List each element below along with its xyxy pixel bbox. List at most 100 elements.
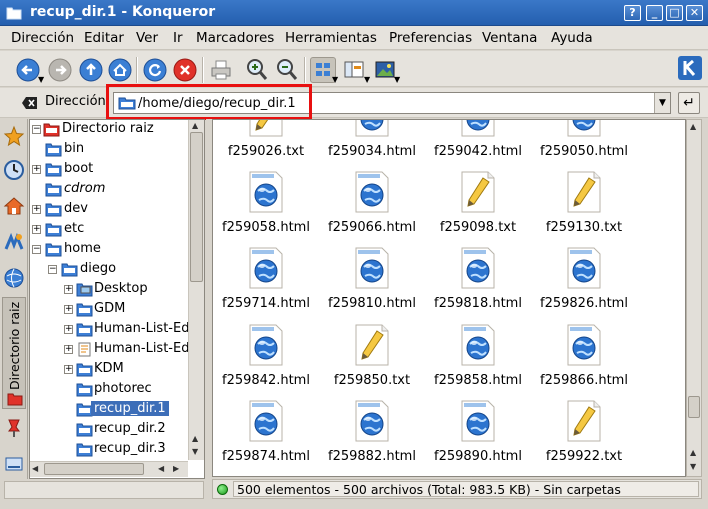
scrollbar-thumb[interactable] <box>44 463 144 475</box>
file-item[interactable]: f259890.html <box>425 399 531 475</box>
menu-ver[interactable]: Ver <box>136 30 158 46</box>
expand-icon[interactable]: + <box>64 285 73 294</box>
scroll-up-icon[interactable]: ▲ <box>192 121 198 130</box>
collapse-icon[interactable]: − <box>48 265 57 274</box>
file-item[interactable]: f259066.html <box>319 170 425 246</box>
help-button[interactable]: ? <box>624 5 641 21</box>
print-button[interactable] <box>208 57 234 83</box>
scroll-down-icon[interactable]: ▼ <box>690 462 696 471</box>
file-item[interactable]: f259050.html <box>531 120 637 170</box>
menu-ventana[interactable]: Ventana <box>482 30 537 46</box>
up-button[interactable] <box>78 57 104 83</box>
file-item[interactable]: f259842.html <box>213 323 319 399</box>
file-item[interactable]: f259850.txt <box>319 323 425 399</box>
menu-direccion[interactable]: Dirección <box>11 30 74 46</box>
expand-icon[interactable]: + <box>64 325 73 334</box>
history-clock-icon[interactable] <box>3 159 25 181</box>
reload-button[interactable] <box>142 57 168 83</box>
folder-icon <box>76 323 93 337</box>
zoom-in-button[interactable] <box>244 57 270 83</box>
file-item[interactable]: f259866.html <box>531 323 637 399</box>
clear-location-icon[interactable] <box>22 96 38 110</box>
minimize-button[interactable]: _ <box>646 5 663 21</box>
location-dropdown-button[interactable]: ▼ <box>654 93 670 113</box>
pin-icon[interactable] <box>3 417 25 439</box>
close-button[interactable]: ✕ <box>686 5 703 21</box>
folder-icon <box>76 303 93 317</box>
file-name: f259890.html <box>434 449 522 464</box>
file-name: f259826.html <box>540 296 628 311</box>
scroll-right-icon[interactable]: ▶ <box>173 464 179 473</box>
scroll-left-icon[interactable]: ◀ <box>32 464 38 473</box>
zoom-out-button[interactable] <box>274 57 300 83</box>
html-document-icon <box>355 171 389 213</box>
html-document-icon <box>567 120 601 137</box>
home-button[interactable] <box>107 57 133 83</box>
file-item[interactable]: f259874.html <box>213 399 319 475</box>
file-item[interactable]: f259026.txt <box>213 120 319 170</box>
tree-label: recup_dir.2 <box>94 421 166 436</box>
stop-button[interactable] <box>172 57 198 83</box>
file-name: f259922.txt <box>545 449 623 464</box>
go-button[interactable]: ↵ <box>678 92 700 114</box>
scrollbar-thumb[interactable] <box>688 396 700 418</box>
scrollbar-thumb[interactable] <box>190 132 203 282</box>
file-vertical-scrollbar[interactable]: ▲ ▲ ▼ <box>686 119 702 477</box>
network-globe-icon[interactable] <box>3 267 25 289</box>
collapse-icon[interactable]: − <box>32 125 41 134</box>
scroll-up-icon[interactable]: ▲ <box>192 434 198 443</box>
home-folder-icon[interactable] <box>3 195 25 217</box>
file-item[interactable]: f259034.html <box>319 120 425 170</box>
split-dropdown-icon[interactable]: ▼ <box>364 75 370 84</box>
menu-preferencias[interactable]: Preferencias <box>389 30 472 46</box>
location-input[interactable] <box>138 95 648 111</box>
file-name: f259050.html <box>540 144 628 159</box>
file-item[interactable]: f259858.html <box>425 323 531 399</box>
media-services-icon[interactable] <box>3 231 25 253</box>
menu-herramientas[interactable]: Herramientas <box>285 30 377 46</box>
file-item[interactable]: f259130.txt <box>531 170 637 246</box>
tree-label: KDM <box>94 361 124 376</box>
directory-tree[interactable]: − Directorio raiz bin + boot cdrom + dev… <box>29 119 205 479</box>
file-item[interactable]: f259818.html <box>425 246 531 322</box>
file-item[interactable]: f259058.html <box>213 170 319 246</box>
file-item[interactable]: f259882.html <box>319 399 425 475</box>
expand-icon[interactable]: + <box>32 165 41 174</box>
file-item[interactable]: f259714.html <box>213 246 319 322</box>
sidebar-settings-icon[interactable] <box>3 453 25 475</box>
menu-ir[interactable]: Ir <box>173 30 183 46</box>
expand-icon[interactable]: + <box>64 305 73 314</box>
bookmarks-star-icon[interactable] <box>3 125 25 147</box>
tree-label: diego <box>80 261 117 276</box>
tree-vertical-scrollbar[interactable]: ▲ ▲ ▼ <box>188 120 204 460</box>
file-item[interactable]: f259826.html <box>531 246 637 322</box>
expand-icon[interactable]: + <box>32 225 41 234</box>
expand-icon[interactable]: + <box>64 365 73 374</box>
scroll-left-icon[interactable]: ◀ <box>158 464 164 473</box>
tree-horizontal-scrollbar[interactable]: ◀ ◀ ▶ <box>30 461 188 477</box>
file-item[interactable]: f259922.txt <box>531 399 637 475</box>
collapse-icon[interactable]: − <box>32 245 41 254</box>
file-name: f259858.html <box>434 373 522 388</box>
back-dropdown-icon[interactable]: ▼ <box>38 75 44 84</box>
expand-icon[interactable]: + <box>64 345 73 354</box>
tab-directorio-raiz[interactable]: Directorio raiz <box>2 297 26 409</box>
scroll-up-icon[interactable]: ▲ <box>690 122 696 131</box>
title-bar[interactable]: recup_dir.1 - Konqueror ? _ □ ✕ <box>0 0 708 26</box>
scroll-up-icon[interactable]: ▲ <box>690 448 696 457</box>
menu-ayuda[interactable]: Ayuda <box>551 30 593 46</box>
view-mode-dropdown-icon[interactable]: ▼ <box>332 75 338 84</box>
tree-label: cdrom <box>64 181 106 196</box>
expand-icon[interactable]: + <box>32 205 41 214</box>
preview-dropdown-icon[interactable]: ▼ <box>394 75 400 84</box>
menu-editar[interactable]: Editar <box>84 30 124 46</box>
location-combobox[interactable]: ▼ <box>113 92 671 114</box>
file-item[interactable]: f259042.html <box>425 120 531 170</box>
file-item[interactable]: f259098.txt <box>425 170 531 246</box>
menu-marcadores[interactable]: Marcadores <box>196 30 274 46</box>
forward-button[interactable] <box>47 57 73 83</box>
file-icon-view[interactable]: f259026.txt f259034.html f259042.html f2590… <box>212 119 686 477</box>
maximize-button[interactable]: □ <box>666 5 683 21</box>
file-item[interactable]: f259810.html <box>319 246 425 322</box>
scroll-down-icon[interactable]: ▼ <box>192 447 198 456</box>
